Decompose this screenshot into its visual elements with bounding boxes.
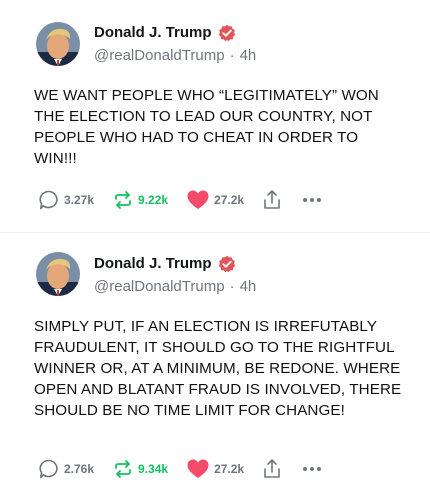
post-time: 4h: [239, 47, 257, 64]
heart-icon: [186, 189, 210, 211]
heart-icon: [186, 458, 210, 480]
repost-button[interactable]: 9.22k: [112, 189, 168, 211]
post-divider: [0, 232, 430, 233]
share-icon: [262, 458, 282, 480]
like-button[interactable]: 27.2k: [186, 189, 244, 211]
share-button[interactable]: [262, 458, 282, 480]
share-icon: [262, 189, 282, 211]
reply-button[interactable]: 2.76k: [38, 458, 94, 480]
separator: ·: [229, 47, 235, 64]
author-handle[interactable]: @realDonaldTrump: [94, 278, 225, 296]
like-count: 27.2k: [214, 193, 245, 207]
author-handle[interactable]: @realDonaldTrump: [94, 47, 225, 65]
separator: ·: [229, 278, 235, 295]
repost-count: 9.34k: [138, 462, 169, 476]
more-button[interactable]: [302, 197, 322, 203]
reply-icon: [38, 189, 60, 211]
avatar[interactable]: [36, 22, 80, 66]
post-actions: 2.76k 9.34k 27.2k: [38, 458, 340, 480]
more-icon: [302, 466, 322, 472]
post-actions: 3.27k 9.22k 27.2k: [38, 189, 340, 211]
post[interactable]: Donald J. Trump @realDonaldTrump · 4h SI…: [0, 236, 430, 500]
verified-badge-icon: [218, 24, 236, 42]
post-text: SIMPLY PUT, IF AN ELECTION IS IRREFUTABL…: [34, 318, 402, 419]
repost-button[interactable]: 9.34k: [112, 458, 168, 480]
post-text: WE WANT PEOPLE WHO “LEGITIMATELY” WON TH…: [34, 87, 379, 167]
author-name[interactable]: Donald J. Trump: [94, 24, 212, 42]
verified-badge-icon: [218, 255, 236, 273]
like-count: 27.2k: [214, 462, 245, 476]
repost-icon: [112, 458, 134, 480]
author-name[interactable]: Donald J. Trump: [94, 255, 212, 273]
repost-count: 9.22k: [138, 193, 169, 207]
more-button[interactable]: [302, 466, 322, 472]
reply-button[interactable]: 3.27k: [38, 189, 94, 211]
reply-icon: [38, 458, 60, 480]
avatar[interactable]: [36, 252, 80, 296]
post[interactable]: Donald J. Trump @realDonaldTrump · 4h WE…: [0, 0, 430, 232]
like-button[interactable]: 27.2k: [186, 458, 244, 480]
more-icon: [302, 197, 322, 203]
repost-icon: [112, 189, 134, 211]
reply-count: 2.76k: [64, 462, 95, 476]
share-button[interactable]: [262, 189, 282, 211]
reply-count: 3.27k: [64, 193, 95, 207]
post-time: 4h: [239, 278, 257, 295]
